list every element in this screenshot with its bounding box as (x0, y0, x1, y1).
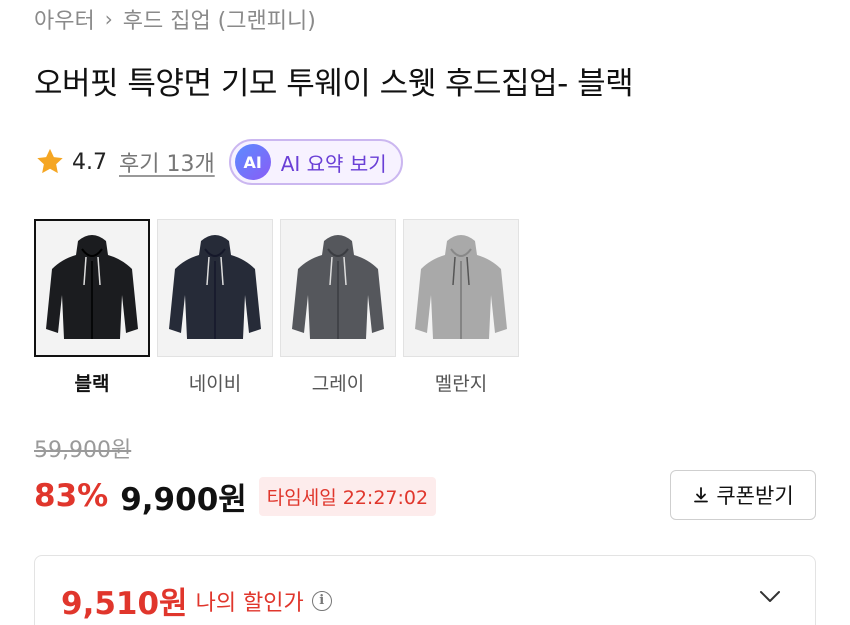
my-discount-panel[interactable]: 9,510원 나의 할인가 i (34, 555, 816, 625)
color-name: 네이비 (188, 373, 242, 395)
coupon-label: 쿠폰받기 (716, 484, 794, 508)
review-count-link[interactable]: 후기 13개 (119, 146, 215, 178)
ai-summary-button[interactable]: AI AI 요약 보기 (228, 139, 403, 185)
hoodie-image-black (34, 219, 150, 357)
ai-badge-icon: AI (234, 144, 271, 180)
breadcrumb: 아우터 › 후드 집업 (그랜피니) (34, 4, 316, 34)
breadcrumb-item-hood-zipup[interactable]: 후드 집업 (그랜피니) (123, 3, 316, 35)
hoodie-image-gray (280, 219, 396, 357)
color-name: 블랙 (74, 373, 110, 395)
rating-value: 4.7 (72, 149, 107, 175)
breadcrumb-item-outer[interactable]: 아우터 (34, 3, 95, 35)
color-name: 멜란지 (434, 373, 488, 395)
color-option-gray[interactable]: 그레이 (280, 219, 396, 396)
star-icon (37, 148, 63, 174)
chevron-right-icon: › (104, 7, 113, 31)
color-options: 블랙 네이비 그레이 멜란지 (34, 219, 526, 396)
my-discount-label: 나의 할인가 (195, 590, 304, 616)
my-discount-price: 9,510원 (61, 586, 188, 622)
color-option-melange[interactable]: 멜란지 (403, 219, 519, 396)
hoodie-image-navy (157, 219, 273, 357)
time-sale-badge: 타임세일 22:27:02 (258, 476, 437, 516)
ai-summary-label: AI 요약 보기 (280, 151, 387, 176)
color-option-navy[interactable]: 네이비 (157, 219, 273, 396)
product-title: 오버핏 특양면 기모 투웨이 스웻 후드집업- 블랙 (34, 66, 634, 102)
download-icon (694, 487, 709, 503)
coupon-download-button[interactable]: 쿠폰받기 (670, 470, 816, 520)
original-price: 59,900원 (34, 438, 132, 463)
color-option-black[interactable]: 블랙 (34, 219, 150, 396)
discount-rate: 83% (34, 478, 109, 514)
color-name: 그레이 (311, 373, 365, 395)
sale-price: 9,900원 (120, 481, 247, 518)
info-icon[interactable]: i (311, 590, 332, 611)
rating-row: 4.7 후기 13개 AI AI 요약 보기 (34, 138, 403, 186)
price-row: 83% 9,900원 타임세일 22:27:02 (34, 473, 437, 519)
chevron-down-icon[interactable] (759, 590, 781, 604)
hoodie-image-melange (403, 219, 519, 357)
